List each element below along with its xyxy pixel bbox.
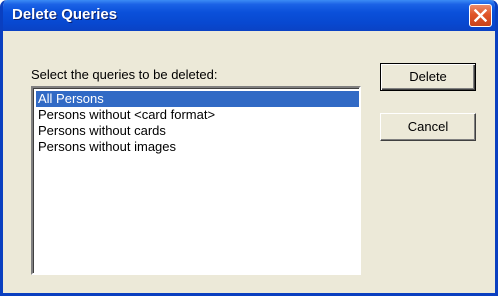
delete-queries-dialog: Delete Queries Select the queries to be … (0, 0, 498, 296)
query-item-persons-without-images[interactable]: Persons without images (36, 139, 359, 155)
cancel-button[interactable]: Cancel (380, 113, 476, 141)
query-item-persons-without-card-format[interactable]: Persons without <card format> (36, 107, 359, 123)
title-bar[interactable]: Delete Queries (3, 0, 495, 31)
close-icon (474, 9, 487, 22)
close-button[interactable] (469, 4, 492, 27)
delete-button[interactable]: Delete (380, 63, 476, 91)
window-title: Delete Queries (12, 6, 118, 23)
query-item-all-persons[interactable]: All Persons (36, 91, 359, 107)
queries-listbox[interactable]: All Persons Persons without <card format… (31, 86, 361, 275)
select-queries-label: Select the queries to be deleted: (31, 67, 218, 82)
query-item-persons-without-cards[interactable]: Persons without cards (36, 123, 359, 139)
